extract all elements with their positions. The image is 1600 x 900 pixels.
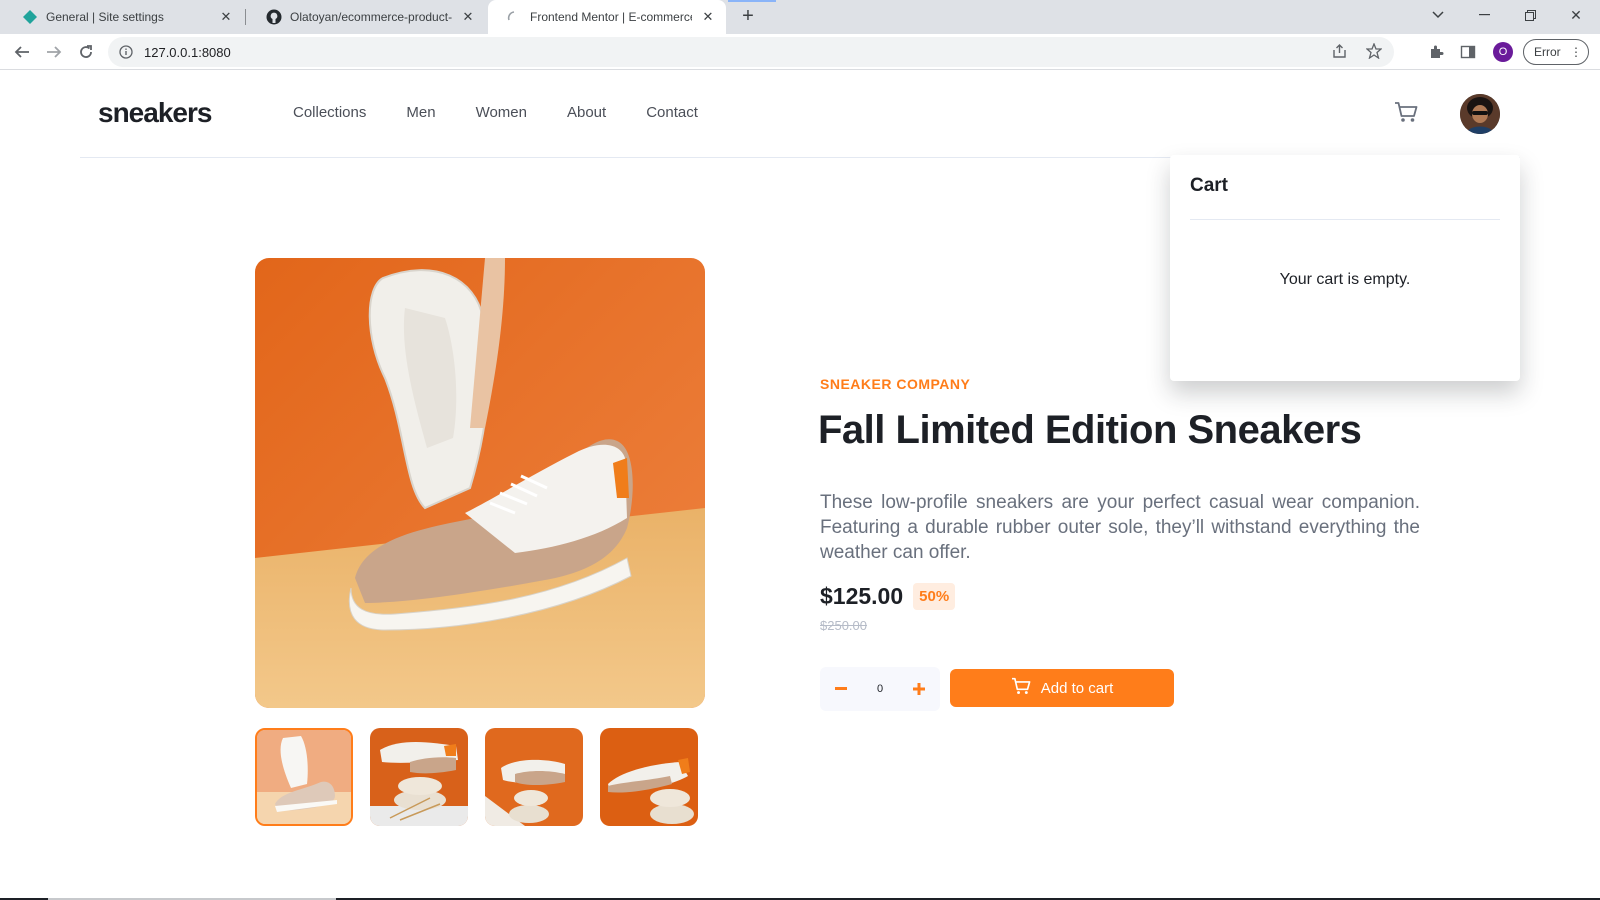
thumbnail-4[interactable] bbox=[600, 728, 698, 826]
quantity-value: 0 bbox=[876, 683, 884, 695]
back-arrow-icon[interactable] bbox=[8, 38, 36, 66]
error-button[interactable]: Error ⋮ bbox=[1523, 39, 1589, 65]
product-description: These low-profile sneakers are your perf… bbox=[820, 492, 1420, 563]
restore-icon[interactable] bbox=[1508, 0, 1552, 30]
thumbnail-1[interactable] bbox=[255, 728, 353, 826]
minimize-icon[interactable] bbox=[1462, 0, 1506, 30]
price-row: $125.00 50% bbox=[820, 583, 956, 610]
thumbnail-2[interactable] bbox=[370, 728, 468, 826]
address-toolbar: 127.0.0.1:8080 O Error ⋮ bbox=[0, 34, 1600, 70]
nav-link-about[interactable]: About bbox=[567, 104, 606, 121]
original-price: $250.00 bbox=[820, 618, 867, 633]
nav-link-collections[interactable]: Collections bbox=[293, 104, 366, 121]
web-page: sneakers Collections Men Women About Con… bbox=[0, 71, 1600, 900]
tab-search-icon[interactable] bbox=[1416, 0, 1460, 30]
close-tab-icon[interactable]: ✕ bbox=[700, 9, 716, 25]
browser-tab-strip: General | Site settings ✕ Olatoyan/ecomm… bbox=[0, 0, 1600, 34]
error-label: Error bbox=[1534, 45, 1561, 59]
cart-icon bbox=[1011, 677, 1031, 699]
cart-empty-message: Your cart is empty. bbox=[1279, 271, 1411, 288]
nav-link-men[interactable]: Men bbox=[406, 104, 435, 121]
cart-icon[interactable] bbox=[1394, 101, 1420, 127]
profile-avatar[interactable]: O bbox=[1493, 42, 1513, 62]
reload-icon[interactable] bbox=[72, 38, 100, 66]
minus-icon[interactable] bbox=[830, 678, 852, 700]
cart-divider bbox=[1190, 219, 1500, 220]
thumbnail-3[interactable] bbox=[485, 728, 583, 826]
plus-icon[interactable] bbox=[908, 678, 930, 700]
product-main-image[interactable] bbox=[255, 258, 705, 708]
cart-title: Cart bbox=[1190, 175, 1229, 196]
product-title: Fall Limited Edition Sneakers bbox=[818, 408, 1362, 452]
address-bar[interactable]: 127.0.0.1:8080 bbox=[108, 37, 1394, 67]
tab-separator bbox=[245, 9, 246, 25]
nav-link-contact[interactable]: Contact bbox=[646, 104, 698, 121]
nav-link-women[interactable]: Women bbox=[476, 104, 527, 121]
close-tab-icon[interactable]: ✕ bbox=[218, 9, 234, 25]
product-company: SNEAKER COMPANY bbox=[820, 376, 971, 392]
loading-indicator bbox=[728, 0, 776, 2]
loading-icon bbox=[506, 9, 522, 25]
browser-tab-frontend-mentor[interactable]: Frontend Mentor | E-commerce p ✕ bbox=[488, 0, 726, 34]
new-tab-button[interactable]: + bbox=[736, 5, 760, 29]
side-panel-icon[interactable] bbox=[1460, 38, 1476, 66]
browser-tab-github[interactable]: Olatoyan/ecommerce-product-p ✕ bbox=[248, 0, 486, 34]
site-header: sneakers Collections Men Women About Con… bbox=[80, 71, 1520, 158]
tab-title: Olatoyan/ecommerce-product-p bbox=[290, 10, 452, 24]
main-nav: Collections Men Women About Contact bbox=[293, 104, 698, 121]
url-text: 127.0.0.1:8080 bbox=[144, 44, 231, 60]
kebab-menu-icon[interactable]: ⋮ bbox=[1570, 44, 1582, 60]
cart-dropdown: Cart Your cart is empty. bbox=[1170, 155, 1520, 381]
forward-arrow-icon[interactable] bbox=[40, 38, 68, 66]
add-to-cart-button[interactable]: Add to cart bbox=[950, 669, 1174, 707]
netlify-icon bbox=[22, 9, 38, 25]
bookmark-star-icon[interactable] bbox=[1365, 41, 1383, 62]
tab-title: Frontend Mentor | E-commerce p bbox=[530, 10, 692, 24]
quantity-stepper: 0 bbox=[820, 667, 940, 711]
site-logo[interactable]: sneakers bbox=[98, 97, 212, 129]
user-avatar[interactable] bbox=[1460, 94, 1500, 134]
site-info-icon[interactable] bbox=[118, 44, 134, 60]
current-price: $125.00 bbox=[820, 583, 904, 609]
add-to-cart-label: Add to cart bbox=[1040, 679, 1114, 697]
extensions-icon[interactable] bbox=[1428, 38, 1444, 66]
close-tab-icon[interactable]: ✕ bbox=[460, 9, 476, 25]
tab-title: General | Site settings bbox=[46, 10, 164, 24]
github-icon bbox=[266, 9, 282, 25]
close-window-icon[interactable]: ✕ bbox=[1554, 0, 1598, 30]
thumbnail-strip bbox=[255, 728, 705, 826]
discount-badge: 50% bbox=[913, 583, 956, 610]
browser-tab-site-settings[interactable]: General | Site settings ✕ bbox=[4, 0, 244, 34]
share-icon[interactable] bbox=[1332, 43, 1348, 62]
